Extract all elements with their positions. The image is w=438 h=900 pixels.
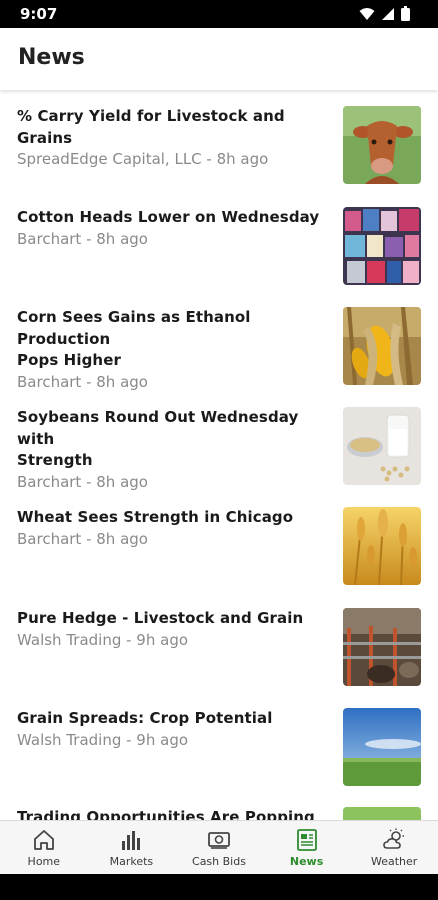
fabric-spools-photo-thumbnail [343, 207, 421, 285]
livestock-barn-photo-thumbnail [343, 608, 421, 686]
cellular-signal-icon [382, 7, 394, 20]
weather-icon [383, 828, 405, 849]
nav-markets-label: Markets [109, 855, 154, 868]
news-item[interactable]: Pure Hedge - Livestock and Grain Walsh T… [0, 590, 438, 690]
soybeans-milk-photo-thumbnail [343, 407, 421, 485]
news-title: Wheat Sees Strength in Chicago [17, 508, 294, 526]
news-item[interactable]: Soybeans Round Out Wednesday with Streng… [0, 390, 438, 491]
page-title: News [18, 45, 85, 70]
nav-cash-bids[interactable]: Cash Bids [175, 821, 263, 874]
news-title: Pure Hedge - Livestock and Grain [17, 609, 304, 627]
news-title-line-2: Pops Higher [17, 351, 121, 369]
bottom-navigation: Home Markets Cash Bids News Weather [0, 820, 438, 874]
nav-weather-label: Weather [371, 855, 418, 868]
nav-cash-bids-label: Cash Bids [192, 855, 246, 868]
news-title-line-2: Strength [17, 451, 93, 469]
news-item[interactable]: Wheat Sees Strength in Chicago Barchart … [0, 490, 438, 590]
news-meta: Barchart - 8h ago [17, 529, 148, 548]
cow-photo-thumbnail [343, 106, 421, 184]
nav-markets[interactable]: Markets [88, 821, 176, 874]
news-meta: Barchart - 8h ago [17, 229, 148, 248]
status-time: 9:07 [20, 5, 58, 23]
news-title: Grain Spreads: Crop Potential [17, 709, 273, 727]
field-sky-photo-thumbnail [343, 708, 421, 786]
battery-icon [401, 6, 410, 21]
nav-home-label: Home [27, 855, 61, 868]
nav-home[interactable]: Home [0, 821, 88, 874]
news-item[interactable]: Cotton Heads Lower on Wednesday Barchart… [0, 190, 438, 290]
news-title: % Carry Yield for Livestock and Grains [17, 107, 285, 147]
news-item[interactable]: % Carry Yield for Livestock and Grains S… [0, 90, 438, 190]
nav-news-label: News [289, 855, 324, 868]
news-meta: Walsh Trading - 9h ago [17, 730, 189, 749]
cash-icon [208, 832, 230, 849]
nav-news[interactable]: News [263, 821, 351, 874]
wifi-icon [359, 7, 375, 20]
green-field-photo-thumbnail [343, 807, 421, 820]
news-item[interactable]: Trading Opportunities Are Popping Up [0, 790, 438, 820]
news-meta: Walsh Trading - 9h ago [17, 630, 189, 649]
system-gesture-bar [0, 874, 438, 900]
wheat-photo-thumbnail [343, 507, 421, 585]
news-title: Trading Opportunities Are Popping Up [17, 808, 315, 820]
news-item[interactable]: Grain Spreads: Crop Potential Walsh Trad… [0, 690, 438, 790]
app-bar: News [0, 28, 438, 90]
news-list[interactable]: % Carry Yield for Livestock and Grains S… [0, 90, 438, 820]
news-title: Corn Sees Gains as Ethanol Production [17, 308, 251, 348]
news-title: Soybeans Round Out Wednesday with [17, 408, 299, 448]
app-screen: News % Carry Yield for Livestock and Gra… [0, 28, 438, 874]
newspaper-icon [296, 829, 317, 851]
status-icons [359, 6, 410, 21]
nav-weather[interactable]: Weather [350, 821, 438, 874]
corn-photo-thumbnail [343, 307, 421, 385]
news-title: Cotton Heads Lower on Wednesday [17, 208, 320, 226]
news-item[interactable]: Corn Sees Gains as Ethanol Production Po… [0, 290, 438, 391]
news-meta: SpreadEdge Capital, LLC - 8h ago [17, 150, 269, 168]
bar-chart-icon [122, 831, 141, 850]
home-icon [33, 830, 54, 850]
status-bar: 9:07 [0, 0, 438, 28]
